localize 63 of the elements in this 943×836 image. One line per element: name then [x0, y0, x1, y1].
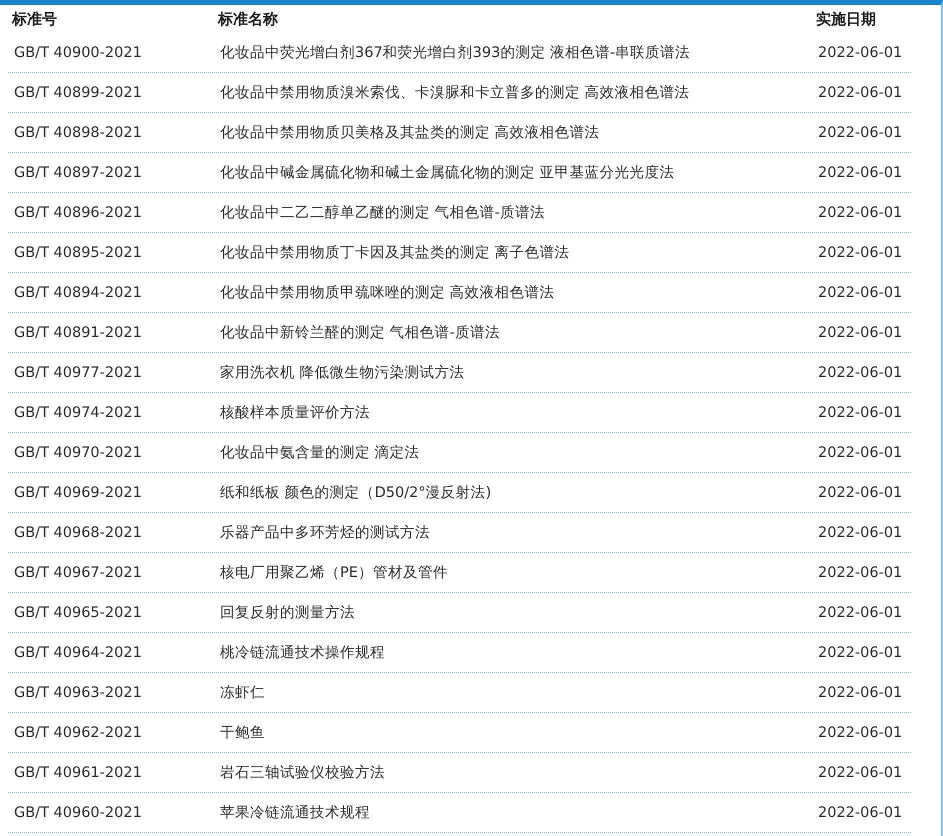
table-cell-text: 2022-06-01 [817, 604, 904, 620]
table-cell-text: 2022-06-01 [817, 164, 904, 180]
table-cell-text: 化妆品中碱金属硫化物和碱土金属硫化物的测定 亚甲基蓝分光光度法 [219, 164, 676, 182]
table-cell-text: 岩石三轴试验仪校验方法 [219, 764, 386, 782]
table-cell-text: GB/T 40894-2021 [13, 284, 143, 300]
table-cell-text: GB/T 40961-2021 [13, 764, 143, 780]
table-cell-text: GB/T 40974-2021 [13, 404, 143, 420]
table-cell-text: 2022-06-01 [817, 444, 904, 460]
table-cell-text: GB/T 40962-2021 [13, 724, 143, 740]
table-cell-text: 2022-06-01 [817, 284, 904, 300]
table-cell-text: GB/T 40970-2021 [13, 444, 143, 460]
table-cell-text: 核酸样本质量评价方法 [219, 404, 371, 422]
column-header: 标准号 [10, 10, 58, 28]
table-cell-text: 干鲍鱼 [219, 724, 266, 742]
table-cell-text: GB/T 40895-2021 [13, 244, 143, 260]
table-cell-text: 2022-06-01 [817, 364, 904, 380]
table-cell-text: GB/T 40964-2021 [13, 644, 143, 660]
table-cell-text: 苹果冷链流通技术规程 [219, 804, 371, 822]
table-cell-text: GB/T 40891-2021 [13, 324, 143, 340]
table-cell-text: GB/T 40977-2021 [13, 364, 143, 380]
table-cell-text: GB/T 40967-2021 [13, 564, 143, 580]
table-cell-text: 2022-06-01 [817, 804, 904, 820]
table-cell-text: GB/T 40898-2021 [13, 124, 143, 140]
table-cell-text: 乐器产品中多环芳烃的测试方法 [219, 524, 431, 542]
table-cell-text: 化妆品中禁用物质甲巯咪唑的测定 高效液相色谱法 [219, 284, 556, 302]
table-cell-text: 化妆品中氨含量的测定 滴定法 [219, 444, 421, 462]
table-cell-text: GB/T 40969-2021 [13, 484, 143, 500]
table-cell-text: 化妆品中二乙二醇单乙醚的测定 气相色谱-质谱法 [219, 204, 546, 222]
table-cell-text: 2022-06-01 [817, 404, 904, 420]
table-cell-text: 化妆品中禁用物质贝美格及其盐类的测定 高效液相色谱法 [219, 124, 601, 142]
table-cell-text: 纸和纸板 颜色的测定（D50/2°漫反射法) [219, 484, 492, 502]
table-cell-text: 家用洗衣机 降低微生物污染测试方法 [219, 364, 466, 382]
column-header: 标准名称 [216, 10, 279, 28]
table-cell-text: 核电厂用聚乙烯（PE）管材及管件 [219, 564, 449, 582]
table-cell-text: 回复反射的测量方法 [219, 604, 356, 622]
table-cell-text: 2022-06-01 [817, 764, 904, 780]
table-cell-text: 2022-06-01 [817, 84, 904, 100]
table-cell-text: 2022-06-01 [817, 684, 904, 700]
table-cell-text: GB/T 40897-2021 [13, 164, 143, 180]
table-cell-text: 2022-06-01 [817, 324, 904, 340]
table-cell-text: GB/T 40960-2021 [13, 804, 143, 820]
table-cell-text: GB/T 40899-2021 [13, 84, 143, 100]
table-cell-text: 2022-06-01 [817, 204, 904, 220]
table-cell-text: GB/T 40900-2021 [13, 44, 143, 60]
table-cell-text: 化妆品中禁用物质丁卡因及其盐类的测定 离子色谱法 [219, 244, 571, 262]
table-cell-text: 2022-06-01 [817, 44, 904, 60]
table-cell-text: 2022-06-01 [817, 484, 904, 500]
table-cell-text: GB/T 40963-2021 [13, 684, 143, 700]
table-cell-text: 冻虾仁 [219, 684, 266, 702]
table-cell-text: 2022-06-01 [817, 524, 904, 540]
table-cell-text: GB/T 40965-2021 [13, 604, 143, 620]
table-cell-text: 2022-06-01 [817, 244, 904, 260]
table-cell-text: 桃冷链流通技术操作规程 [219, 644, 386, 662]
table-cell-text: 2022-06-01 [817, 564, 904, 580]
table-cell-text: 2022-06-01 [817, 644, 904, 660]
table-cell-text: GB/T 40968-2021 [13, 524, 143, 540]
table-cell-text: 化妆品中荧光增白剂367和荧光增白剂393的测定 液相色谱-串联质谱法 [219, 44, 692, 62]
column-header: 实施日期 [815, 10, 877, 28]
table-cell-text: 2022-06-01 [817, 724, 904, 740]
table-cell-text: 化妆品中新铃兰醛的测定 气相色谱-质谱法 [219, 324, 501, 342]
table-cell-text: 2022-06-01 [817, 124, 904, 140]
table-cell-text: GB/T 40896-2021 [13, 204, 143, 220]
table-cell-text: 化妆品中禁用物质溴米索伐、卡溴脲和卡立普多的测定 高效液相色谱法 [219, 84, 691, 102]
